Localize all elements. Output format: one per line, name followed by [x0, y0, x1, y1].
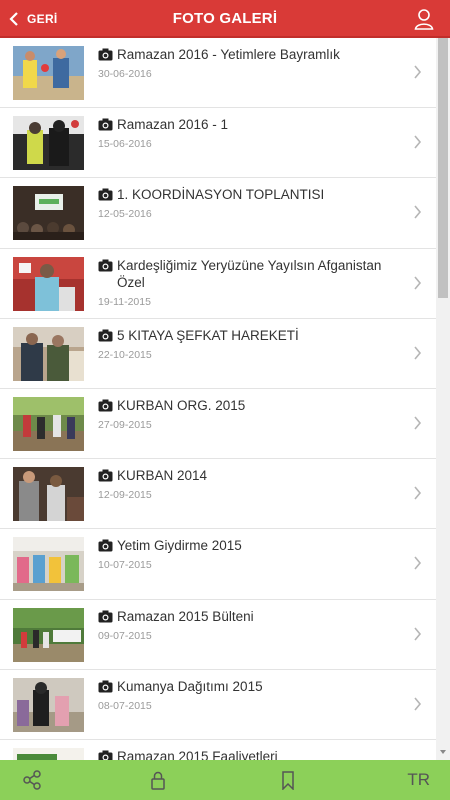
item-title: Yetim Giydirme 2015: [117, 538, 242, 554]
chevron-right-icon: [414, 416, 422, 430]
item-date: 27-09-2015: [98, 418, 152, 431]
gallery-item[interactable]: Ramazan 2016 - Yetimlere Bayramlık 30-06…: [0, 38, 436, 109]
camera-icon: [98, 118, 113, 131]
item-date: 09-07-2015: [98, 629, 152, 642]
item-title: Ramazan 2016 - 1: [117, 117, 229, 133]
item-title: KURBAN ORG. 2015: [117, 397, 246, 413]
gallery-item[interactable]: 1. KOORDİNASYON TOPLANTISI 12-05-2016: [0, 178, 436, 249]
chevron-right-icon: [414, 556, 422, 570]
lock-icon[interactable]: [148, 770, 168, 790]
item-title: Ramazan 2016 - Yetimlere Bayramlık: [117, 47, 340, 62]
gallery-thumbnail: [13, 116, 84, 171]
camera-icon: [98, 610, 113, 622]
gallery-thumbnail: [13, 607, 84, 662]
item-title: Ramazan 2015 Faaliyetleri: [117, 748, 278, 760]
page-title: FOTO GALERİ: [172, 10, 278, 27]
gallery-thumbnail: [13, 677, 84, 732]
camera-icon: [98, 750, 113, 760]
chevron-right-icon: [414, 205, 422, 219]
item-date: 19-11-2015: [98, 295, 151, 308]
chevron-right-icon: [414, 276, 422, 290]
user-icon: [414, 9, 434, 30]
gallery-thumbnail: [13, 256, 84, 311]
item-date: 08-07-2015: [98, 699, 152, 712]
chevron-right-icon: [414, 65, 422, 79]
chevron-right-icon: [414, 697, 422, 711]
chevron-right-icon: [414, 135, 422, 149]
gallery-item[interactable]: KURBAN 2014 12-09-2015: [0, 459, 436, 530]
bookmark-icon[interactable]: [278, 770, 298, 790]
gallery-list: Ramazan 2016 - Yetimlere Bayramlık 30-06…: [0, 38, 436, 760]
gallery-thumbnail: [13, 747, 84, 760]
scroll-down-arrow-icon[interactable]: [440, 750, 446, 754]
user-button[interactable]: [414, 8, 434, 30]
item-title: Kardeşliğimiz Yeryüzüne Yayılsın Afganis…: [117, 257, 382, 290]
language-selector[interactable]: TR: [407, 770, 430, 790]
item-date: 30-06-2016: [98, 68, 152, 80]
gallery-thumbnail: [13, 537, 84, 592]
scrollbar-thumb[interactable]: [438, 38, 448, 298]
camera-icon: [98, 48, 113, 61]
gallery-thumbnail: [13, 186, 84, 241]
scrollbar[interactable]: [436, 38, 450, 760]
item-date: 10-07-2015: [98, 559, 152, 572]
app-header: GERİ FOTO GALERİ: [0, 0, 450, 38]
item-title: Kumanya Dağıtımı 2015: [117, 678, 263, 694]
camera-icon: [98, 188, 113, 201]
camera-icon: [98, 539, 113, 552]
item-date: 15-06-2016: [98, 138, 152, 151]
gallery-item[interactable]: KURBAN ORG. 2015 27-09-2015: [0, 388, 436, 460]
gallery-item[interactable]: Ramazan 2015 Faaliyetleri 09-06-2015: [0, 739, 436, 760]
gallery-thumbnail: [13, 467, 84, 522]
camera-icon: [98, 469, 113, 482]
chevron-right-icon: [414, 626, 422, 641]
chevron-right-icon: [414, 346, 422, 360]
camera-icon: [98, 680, 113, 693]
item-date: 22-10-2015: [98, 348, 152, 361]
gallery-thumbnail: [13, 396, 84, 451]
camera-icon: [98, 329, 113, 342]
gallery-item[interactable]: Yetim Giydirme 2015 10-07-2015: [0, 529, 436, 600]
gallery-thumbnail: [13, 326, 84, 381]
gallery-item[interactable]: Ramazan 2015 Bülteni 09-07-2015: [0, 599, 436, 670]
item-date: 12-09-2015: [98, 489, 152, 502]
gallery-item[interactable]: 5 KITAYA ŞEFKAT HAREKETİ 22-10-2015: [0, 318, 436, 389]
camera-icon: [98, 259, 113, 272]
item-title: Ramazan 2015 Bülteni: [117, 608, 254, 624]
gallery-thumbnail: [13, 46, 84, 100]
item-title: 5 KITAYA ŞEFKAT HAREKETİ: [117, 327, 299, 343]
gallery-item[interactable]: Kardeşliğimiz Yeryüzüne Yayılsın Afganis…: [0, 248, 436, 319]
item-title: 1. KOORDİNASYON TOPLANTISI: [117, 187, 325, 203]
gallery-item[interactable]: Kumanya Dağıtımı 2015 08-07-2015: [0, 669, 436, 740]
camera-icon: [98, 399, 113, 412]
gallery-item[interactable]: Ramazan 2016 - 1 15-06-2016: [0, 108, 436, 179]
bottom-bar: TR: [0, 760, 450, 800]
item-date: 12-05-2016: [98, 208, 152, 221]
share-icon[interactable]: [22, 770, 42, 790]
item-title: KURBAN 2014: [117, 468, 208, 484]
chevron-right-icon: [414, 486, 422, 500]
